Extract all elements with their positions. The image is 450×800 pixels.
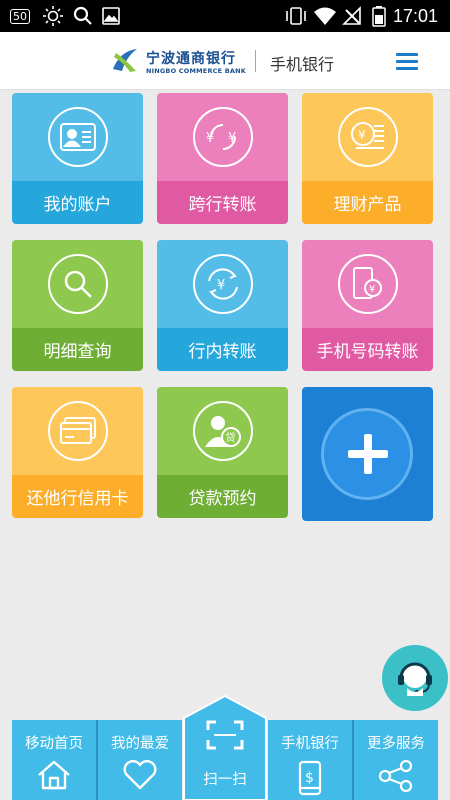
brand-name: 宁波通商银行: [146, 51, 236, 67]
loan-badge-text: 贷: [226, 431, 236, 444]
vibrate-icon: [284, 0, 308, 32]
header-divider: [255, 50, 256, 72]
home-icon: [37, 760, 71, 794]
account-card-icon: [48, 107, 108, 167]
phone-dollar-icon: $: [298, 760, 322, 800]
scan-button[interactable]: 扫一扫: [182, 694, 268, 800]
tile-label: 理财产品: [302, 181, 433, 224]
loan-person-icon: 贷: [193, 401, 253, 461]
tab-label: 更多服务: [367, 736, 425, 752]
tab-label: 我的最爱: [111, 736, 169, 752]
battery-icon: [372, 0, 386, 32]
yuan-refresh-icon: ¥: [193, 254, 253, 314]
yuan-exchange-icon: ¥ ¥: [193, 107, 253, 167]
image-icon: [102, 0, 120, 32]
tile-label: 跨行转账: [157, 181, 288, 224]
heart-icon: [122, 760, 158, 794]
tile-transaction-query[interactable]: 明细查询: [12, 240, 143, 371]
tile-label: 我的账户: [12, 181, 143, 224]
phone-yuan-icon: ¥: [338, 254, 398, 314]
status-bar: 50 17:01: [0, 0, 450, 32]
svg-text:¥: ¥: [206, 131, 214, 146]
tab-home[interactable]: 移动首页: [12, 720, 96, 800]
tile-repay-credit-card[interactable]: 还他行信用卡: [12, 387, 143, 518]
svg-text:$: $: [305, 770, 314, 786]
tile-label: 还他行信用卡: [12, 475, 143, 518]
svg-text:¥: ¥: [217, 278, 225, 293]
app-header: 宁波通商银行 NINGBO COMMERCE BANK 手机银行: [0, 32, 450, 90]
no-signal-icon: [342, 0, 362, 32]
customer-service-button[interactable]: [382, 645, 448, 711]
tile-label: 行内转账: [157, 328, 288, 371]
add-shortcut-button[interactable]: [302, 387, 433, 521]
tile-label: 手机号码转账: [302, 328, 433, 371]
customer-service-icon: [398, 662, 432, 696]
bank-logo: [110, 45, 140, 75]
tile-wealth-products[interactable]: ¥ 理财产品: [302, 93, 433, 224]
share-icon: [378, 759, 414, 796]
tile-intrabank-transfer[interactable]: ¥ 行内转账: [157, 240, 288, 371]
menu-icon[interactable]: [396, 51, 420, 71]
tile-loan-appointment[interactable]: 贷 贷款预约: [157, 387, 288, 518]
tab-label: 手机银行: [281, 736, 339, 752]
brightness-icon: [42, 0, 64, 32]
tile-label: 贷款预约: [157, 475, 288, 518]
coin-stack-icon: ¥: [338, 107, 398, 167]
search-icon: [48, 254, 108, 314]
tab-label: 移动首页: [25, 736, 83, 752]
svg-text:¥: ¥: [369, 284, 375, 295]
svg-text:¥: ¥: [228, 131, 236, 146]
clock: 17:01: [392, 5, 438, 26]
svg-text:¥: ¥: [358, 128, 366, 142]
tab-mobile-banking[interactable]: 手机银行 $: [268, 720, 352, 800]
tab-more-services[interactable]: 更多服务: [354, 720, 438, 800]
credit-card-icon: [48, 401, 108, 461]
scan-label: 扫一扫: [203, 772, 247, 788]
page-title: 手机银行: [270, 55, 335, 74]
search-icon: [73, 0, 93, 32]
tile-interbank-transfer[interactable]: ¥ ¥ 跨行转账: [157, 93, 288, 224]
tile-label: 明细查询: [12, 328, 143, 371]
wifi-icon: [313, 0, 337, 32]
tile-my-account[interactable]: 我的账户: [12, 93, 143, 224]
brand-name-english: NINGBO COMMERCE BANK: [146, 67, 246, 75]
notification-badge: 50: [10, 0, 30, 32]
tile-mobile-number-transfer[interactable]: ¥ 手机号码转账: [302, 240, 433, 371]
tab-favorites[interactable]: 我的最爱: [98, 720, 182, 800]
